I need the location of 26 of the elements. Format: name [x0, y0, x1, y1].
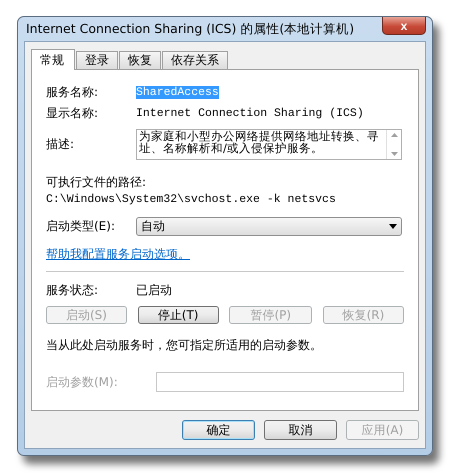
field-label: 启动类型(E):: [46, 218, 116, 234]
field-label: 服务状态:: [46, 282, 100, 298]
display-name-value: Internet Connection Sharing (ICS): [136, 106, 364, 120]
tab[interactable]: 登录: [76, 51, 118, 69]
dialog-button[interactable]: 取消: [264, 420, 337, 440]
close-button[interactable]: x: [382, 17, 426, 35]
description-field[interactable]: 为家庭和小型办公网络提供网络地址转换、寻址、名称解析和/或入侵保护服务。: [136, 128, 402, 160]
startup-type-dropdown[interactable]: 自动: [136, 216, 402, 236]
dropdown-arrow-icon[interactable]: [389, 224, 397, 228]
hint-text: 当从此处启动服务时，您可指定所适用的启动参数。: [46, 337, 322, 354]
field-label: 启动参数(M):: [46, 374, 118, 390]
service-button[interactable]: 停止(T): [138, 306, 219, 324]
window-title: Internet Connection Sharing (ICS) 的属性(本地计算机): [25, 20, 354, 38]
tab[interactable]: 恢复: [119, 51, 161, 69]
tab[interactable]: 依存关系: [162, 51, 228, 69]
scroll-down-icon[interactable]: [390, 152, 398, 156]
field-label: 描述:: [46, 136, 76, 152]
field-label: 显示名称:: [46, 104, 100, 122]
help-link[interactable]: 帮助我配置服务启动选项。: [46, 246, 190, 263]
status-value: 已启动: [136, 282, 172, 298]
dialog-button[interactable]: 确定: [182, 420, 255, 440]
path-label: 可执行文件的路径:: [46, 174, 146, 191]
scroll-up-icon[interactable]: [390, 132, 398, 136]
path-value: C:\Windows\System32\svchost.exe -k netsvcs: [46, 193, 336, 206]
tab[interactable]: 常规: [31, 49, 75, 70]
field-label: 服务名称:: [46, 84, 100, 100]
